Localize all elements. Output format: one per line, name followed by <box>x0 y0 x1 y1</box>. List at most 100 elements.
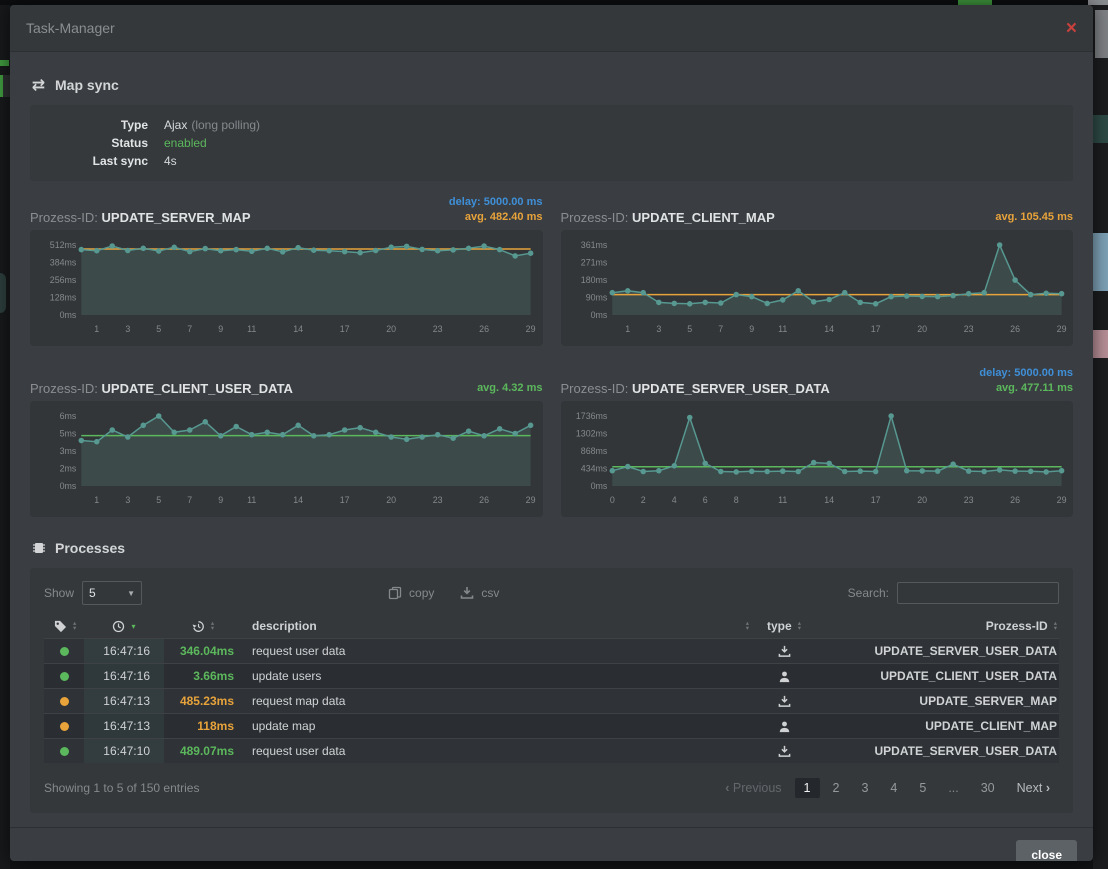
sync-status-value: enabled <box>164 134 207 152</box>
status-cell <box>44 672 84 681</box>
pagination-page-30[interactable]: 30 <box>972 778 1004 798</box>
svg-text:1: 1 <box>625 324 630 334</box>
svg-text:3ms: 3ms <box>60 446 77 456</box>
pagination-ellipsis: ... <box>939 778 967 798</box>
duration-cell: 346.04ms <box>164 644 242 658</box>
svg-text:5ms: 5ms <box>60 428 77 438</box>
column-description[interactable]: description ▴▾ <box>242 619 749 633</box>
sort-desc-icon: ▾ <box>131 622 135 631</box>
status-cell <box>44 647 84 656</box>
sort-icon: ▴▾ <box>798 621 801 631</box>
svg-text:512ms: 512ms <box>50 240 77 250</box>
sort-icon: ▴▾ <box>73 621 76 631</box>
search-input[interactable] <box>897 582 1059 604</box>
prozess-id-cell: UPDATE_CLIENT_MAP <box>819 719 1059 733</box>
svg-text:180ms: 180ms <box>580 275 607 285</box>
svg-text:5: 5 <box>156 324 161 334</box>
copy-icon <box>388 586 402 600</box>
download-icon <box>460 586 474 600</box>
status-dot <box>60 672 69 681</box>
modal-header: Task-Manager × <box>10 5 1093 52</box>
status-cell <box>44 747 84 756</box>
prozess-id-cell: UPDATE_SERVER_USER_DATA <box>819 744 1059 758</box>
sync-row-last-sync: Last sync 4s <box>30 152 1073 170</box>
status-dot <box>60 747 69 756</box>
pagination-next[interactable]: Next › <box>1008 778 1059 798</box>
background-right-strip <box>1093 5 1108 869</box>
time-cell: 16:47:16 <box>84 664 164 688</box>
svg-text:3: 3 <box>656 324 661 334</box>
pagination-page-1[interactable]: 1 <box>795 778 820 798</box>
close-button[interactable]: close <box>1016 840 1077 861</box>
table-row: 16:47:16346.04msrequest user dataUPDATE_… <box>44 638 1059 663</box>
description-cell: request user data <box>242 744 749 758</box>
pagination-page-2[interactable]: 2 <box>824 778 849 798</box>
svg-text:271ms: 271ms <box>580 257 607 267</box>
pagination-page-4[interactable]: 4 <box>881 778 906 798</box>
prozess-id-cell: UPDATE_SERVER_USER_DATA <box>819 644 1059 658</box>
copy-button[interactable]: copy <box>388 586 434 600</box>
user-icon <box>778 670 791 683</box>
column-status[interactable]: ▴▾ <box>44 620 84 633</box>
time-cell: 16:47:13 <box>84 689 164 713</box>
svg-text:0ms: 0ms <box>590 310 607 320</box>
download-icon <box>778 645 791 658</box>
column-time[interactable]: ▾ <box>84 620 164 633</box>
svg-text:868ms: 868ms <box>580 446 607 456</box>
svg-text:20: 20 <box>917 495 927 505</box>
status-cell <box>44 722 84 731</box>
delay-stat: delay: 5000.00 ms <box>449 195 543 210</box>
column-duration[interactable]: ▴▾ <box>164 620 242 633</box>
duration-cell: 3.66ms <box>164 669 242 683</box>
modal-title: Task-Manager <box>26 20 115 36</box>
svg-text:11: 11 <box>247 495 256 505</box>
type-cell <box>749 645 819 658</box>
pagination-previous[interactable]: ‹ Previous <box>716 778 790 798</box>
page-scrollbar[interactable] <box>1095 10 1108 58</box>
close-icon[interactable]: × <box>1066 19 1077 38</box>
line-chart-update-server-map: 0ms128ms256ms384ms512ms13579111417202326… <box>34 237 539 342</box>
svg-text:29: 29 <box>526 495 536 505</box>
svg-text:23: 23 <box>963 495 973 505</box>
map-sync-heading: ⇄ Map sync <box>30 76 1073 93</box>
csv-button[interactable]: csv <box>460 586 499 600</box>
column-prozess-id[interactable]: Prozess-ID ▴▾ <box>819 619 1059 633</box>
description-cell: request user data <box>242 644 749 658</box>
sync-type-note: (long polling) <box>191 118 260 132</box>
pagination-page-5[interactable]: 5 <box>910 778 935 798</box>
pagination-page-3[interactable]: 3 <box>852 778 877 798</box>
line-chart-update-client-user-data: 0ms2ms3ms5ms6ms1357911141720232629 <box>34 408 539 513</box>
user-icon <box>778 720 791 733</box>
show-entries-select[interactable]: 5 ▼ <box>82 581 142 605</box>
svg-text:7: 7 <box>187 324 192 334</box>
sort-icon: ▴▾ <box>211 621 214 631</box>
svg-text:7: 7 <box>718 324 723 334</box>
column-type[interactable]: type ▴▾ <box>749 619 819 633</box>
svg-text:29: 29 <box>526 324 536 334</box>
svg-text:0ms: 0ms <box>60 310 77 320</box>
svg-text:23: 23 <box>433 495 443 505</box>
svg-text:3: 3 <box>125 324 130 334</box>
svg-text:384ms: 384ms <box>50 257 77 267</box>
avg-stat: avg. 482.40 ms <box>465 210 543 225</box>
svg-text:23: 23 <box>433 324 443 334</box>
chart-title: Prozess-ID: UPDATE_CLIENT_USER_DATA <box>30 381 293 396</box>
svg-text:9: 9 <box>218 324 223 334</box>
status-dot <box>60 722 69 731</box>
svg-text:0ms: 0ms <box>60 481 77 491</box>
svg-text:17: 17 <box>340 324 350 334</box>
svg-text:3: 3 <box>125 495 130 505</box>
svg-text:1736ms: 1736ms <box>575 411 607 421</box>
svg-text:128ms: 128ms <box>50 292 77 302</box>
time-cell: 16:47:10 <box>84 739 164 763</box>
chart-title: Prozess-ID: UPDATE_SERVER_MAP <box>30 210 251 225</box>
svg-text:26: 26 <box>1010 324 1020 334</box>
chart-title: Prozess-ID: UPDATE_CLIENT_MAP <box>561 210 775 225</box>
background-left-strip <box>0 5 10 869</box>
time-cell: 16:47:13 <box>84 714 164 738</box>
duration-cell: 489.07ms <box>164 744 242 758</box>
avg-stat: avg. 477.11 ms <box>996 381 1073 396</box>
sync-status-label: Status <box>30 134 148 152</box>
status-cell <box>44 697 84 706</box>
svg-text:20: 20 <box>917 324 927 334</box>
